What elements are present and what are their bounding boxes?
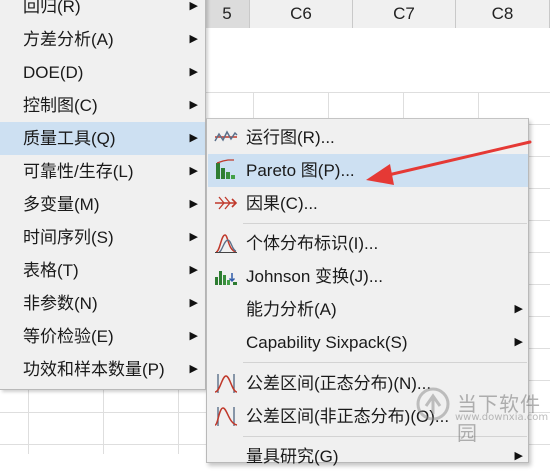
menu-item-equivalence-tests[interactable]: 等价检验(E) ▶ [0,320,205,353]
menu-item-label: Johnson 变换(J)... [246,267,383,286]
submenu-arrow-icon: ▶ [189,264,198,276]
column-header[interactable]: 5 [205,0,250,28]
menu-item-doe[interactable]: DOE(D) ▶ [0,56,205,89]
submenu-arrow-icon: ▶ [189,66,198,78]
menu-item-capability-analysis[interactable]: 能力分析(A) ▶ [208,293,528,326]
menu-item-label: 可靠性/生存(L) [23,162,134,181]
menu-item-capability-sixpack[interactable]: Capability Sixpack(S) ▶ [208,326,528,359]
column-header-c6[interactable]: C6 [250,0,353,28]
menu-item-label: 公差区间(非正态分布)(O)... [246,407,450,426]
submenu-arrow-icon: ▶ [189,165,198,177]
menu-item-regression[interactable]: 回归(R) ▶ [0,0,205,23]
menu-item-label: DOE(D) [23,63,84,82]
cause-effect-icon [214,192,238,214]
menu-item-label: 控制图(C) [23,96,98,115]
menu-separator [243,362,527,363]
distribution-id-icon [214,232,238,254]
menu-item-label: 等价检验(E) [23,327,114,346]
submenu-arrow-icon: ▶ [189,99,198,111]
johnson-transform-icon [214,265,238,287]
menu-item-label: 个体分布标识(I)... [246,234,379,253]
column-header-c7[interactable]: C7 [353,0,456,28]
column-header-row: 5 C6 C7 C8 [205,0,550,29]
submenu-arrow-icon: ▶ [189,132,198,144]
tolerance-normal-icon [214,372,238,394]
menu-item-power-sample-size[interactable]: 功效和样本数量(P) ▶ [0,353,205,386]
menu-item-label: 方差分析(A) [23,30,114,49]
menu-item-label: 公差区间(正态分布)(N)... [246,374,432,393]
menu-item-label: 非参数(N) [23,294,98,313]
sheet-name-row[interactable] [205,28,550,92]
submenu-arrow-icon: ▶ [514,450,523,462]
submenu-arrow-icon: ▶ [189,231,198,243]
column-header-c8[interactable]: C8 [456,0,550,28]
menu-separator [243,436,527,437]
submenu-arrow-icon: ▶ [189,33,198,45]
menu-item-label: Pareto 图(P)... [246,161,355,180]
menu-item-label: 多变量(M) [23,195,100,214]
menu-item-label: 表格(T) [23,261,79,280]
menu-item-multivariate[interactable]: 多变量(M) ▶ [0,188,205,221]
submenu-arrow-icon: ▶ [189,330,198,342]
submenu-arrow-icon: ▶ [189,198,198,210]
submenu-arrow-icon: ▶ [514,303,523,315]
menu-item-label: 运行图(R)... [246,128,335,147]
menu-item-label: 量具研究(G) [246,447,339,466]
menu-item-tolerance-interval-nonnormal[interactable]: 公差区间(非正态分布)(O)... [208,400,528,433]
menu-item-run-chart[interactable]: 运行图(R)... [208,121,528,154]
menu-item-johnson-transformation[interactable]: Johnson 变换(J)... [208,260,528,293]
menu-item-control-charts[interactable]: 控制图(C) ▶ [0,89,205,122]
menu-item-nonparametrics[interactable]: 非参数(N) ▶ [0,287,205,320]
menu-item-label: 时间序列(S) [23,228,114,247]
submenu-arrow-icon: ▶ [189,297,198,309]
menu-item-label: 质量工具(Q) [23,129,116,148]
menu-item-reliability[interactable]: 可靠性/生存(L) ▶ [0,155,205,188]
menu-item-label: Capability Sixpack(S) [246,333,408,352]
pareto-chart-icon [214,159,238,181]
menu-item-pareto-chart[interactable]: Pareto 图(P)... [208,154,528,187]
menu-item-individual-distribution-id[interactable]: 个体分布标识(I)... [208,227,528,260]
menu-item-label: 因果(C)... [246,194,318,213]
quality-tools-submenu: 运行图(R)... Pareto 图(P)... 因果(C)... 个体分布标识… [206,118,529,466]
menu-item-label: 回归(R) [23,0,81,16]
menu-item-tolerance-interval-normal[interactable]: 公差区间(正态分布)(N)... [208,367,528,400]
menu-item-time-series[interactable]: 时间序列(S) ▶ [0,221,205,254]
submenu-arrow-icon: ▶ [189,363,198,375]
menu-item-tables[interactable]: 表格(T) ▶ [0,254,205,287]
menu-separator [243,223,527,224]
submenu-arrow-icon: ▶ [189,0,198,12]
menu-item-cause-effect[interactable]: 因果(C)... [208,187,528,220]
menu-item-gage-study[interactable]: 量具研究(G) ▶ [208,440,528,473]
menu-item-label: 功效和样本数量(P) [23,360,165,379]
tolerance-nonnormal-icon [214,405,238,427]
run-chart-icon [214,126,238,148]
menu-item-quality-tools[interactable]: 质量工具(Q) ▶ [0,122,205,155]
stat-menu: 回归(R) ▶ 方差分析(A) ▶ DOE(D) ▶ 控制图(C) ▶ 质量工具… [0,0,206,390]
menu-item-anova[interactable]: 方差分析(A) ▶ [0,23,205,56]
menu-item-label: 能力分析(A) [246,300,337,319]
submenu-arrow-icon: ▶ [514,336,523,348]
